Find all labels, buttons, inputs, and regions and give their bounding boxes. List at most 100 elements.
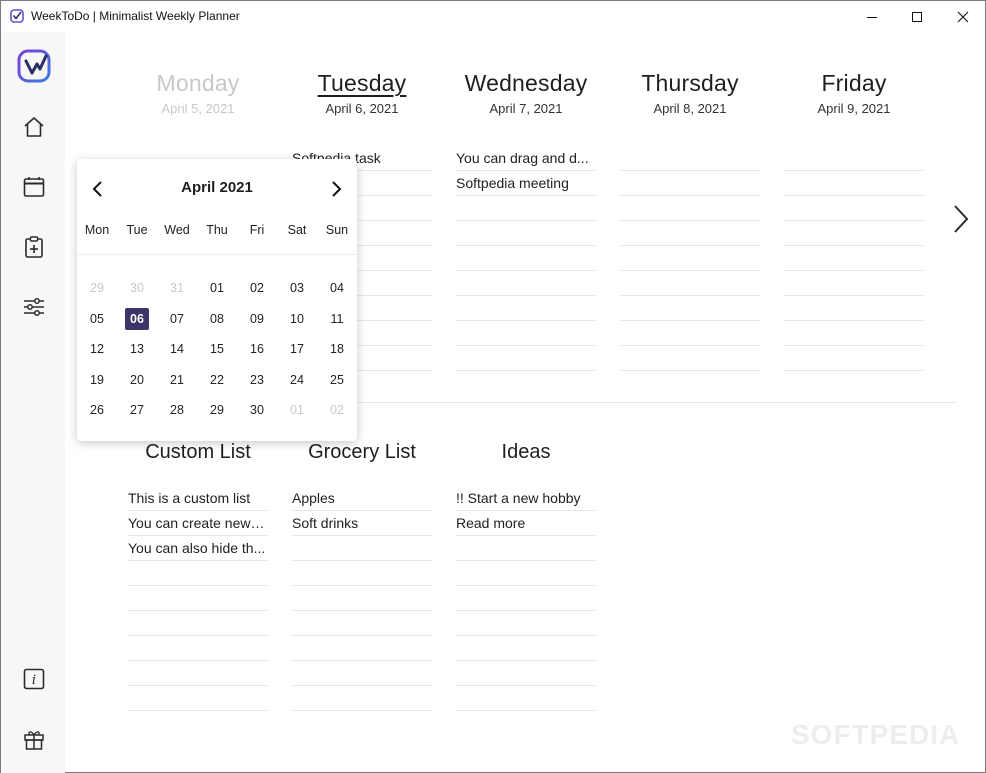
day-name[interactable]: Friday	[784, 67, 924, 99]
calendar-day[interactable]: 12	[85, 338, 109, 360]
list-title[interactable]: Custom List	[128, 437, 268, 467]
calendar-day[interactable]: 07	[165, 308, 189, 330]
list-item[interactable]	[128, 636, 268, 661]
task-row[interactable]	[620, 346, 760, 371]
calendar-day[interactable]: 31	[165, 277, 189, 299]
calendar-day[interactable]: 27	[125, 399, 149, 421]
gift-icon[interactable]	[21, 726, 47, 752]
add-task-icon[interactable]	[21, 234, 47, 260]
minimize-button[interactable]	[849, 1, 895, 32]
maximize-button[interactable]	[894, 1, 940, 32]
calendar-day[interactable]: 22	[205, 369, 229, 391]
calendar-day[interactable]: 29	[205, 399, 229, 421]
task-row[interactable]: You can drag and d...	[456, 146, 596, 171]
list-item[interactable]: You can also hide th...	[128, 536, 268, 561]
list-title[interactable]: Ideas	[456, 437, 596, 467]
calendar-day[interactable]: 19	[85, 369, 109, 391]
calendar-day[interactable]: 02	[245, 277, 269, 299]
calendar-day[interactable]: 06	[125, 307, 149, 330]
list-item[interactable]	[456, 536, 596, 561]
calendar-day[interactable]: 03	[285, 277, 309, 299]
weektodo-logo-icon[interactable]	[16, 48, 52, 84]
home-icon[interactable]	[21, 114, 47, 140]
task-row[interactable]	[456, 321, 596, 346]
list-item[interactable]	[292, 561, 432, 586]
task-row[interactable]: Softpedia meeting	[456, 171, 596, 196]
list-item[interactable]	[128, 686, 268, 711]
list-item[interactable]: You can create new ...	[128, 511, 268, 536]
list-item[interactable]: Read more	[456, 511, 596, 536]
task-row[interactable]	[456, 271, 596, 296]
task-row[interactable]	[784, 296, 924, 321]
task-row[interactable]	[784, 171, 924, 196]
calendar-day[interactable]: 21	[165, 369, 189, 391]
list-item[interactable]	[128, 586, 268, 611]
close-button[interactable]	[940, 1, 986, 32]
calendar-icon[interactable]	[21, 174, 47, 200]
chevron-right-icon[interactable]	[327, 179, 345, 199]
task-row[interactable]	[620, 171, 760, 196]
task-row[interactable]	[456, 296, 596, 321]
calendar-day[interactable]: 17	[285, 338, 309, 360]
calendar-day[interactable]: 25	[325, 369, 349, 391]
calendar-day[interactable]: 24	[285, 369, 309, 391]
task-row[interactable]	[620, 246, 760, 271]
list-item[interactable]: Soft drinks	[292, 511, 432, 536]
calendar-day[interactable]: 13	[125, 338, 149, 360]
list-item[interactable]	[456, 686, 596, 711]
day-name[interactable]: Thursday	[620, 67, 760, 99]
calendar-day[interactable]: 30	[125, 277, 149, 299]
chevron-right-icon[interactable]	[949, 203, 973, 235]
task-row[interactable]	[620, 296, 760, 321]
list-item[interactable]	[292, 686, 432, 711]
task-row[interactable]	[456, 221, 596, 246]
calendar-day[interactable]: 01	[285, 399, 309, 421]
list-item[interactable]	[292, 636, 432, 661]
list-item[interactable]	[456, 661, 596, 686]
calendar-day[interactable]: 04	[325, 277, 349, 299]
list-item[interactable]: Apples	[292, 486, 432, 511]
calendar-day[interactable]: 01	[205, 277, 229, 299]
list-item[interactable]	[128, 561, 268, 586]
task-row[interactable]	[784, 346, 924, 371]
list-item[interactable]	[292, 611, 432, 636]
calendar-day[interactable]: 29	[85, 277, 109, 299]
calendar-day[interactable]: 08	[205, 308, 229, 330]
calendar-day[interactable]: 10	[285, 308, 309, 330]
list-item[interactable]	[292, 586, 432, 611]
calendar-day[interactable]: 23	[245, 369, 269, 391]
list-item[interactable]: !! Start a new hobby	[456, 486, 596, 511]
calendar-day[interactable]: 20	[125, 369, 149, 391]
calendar-day[interactable]: 26	[85, 399, 109, 421]
calendar-day[interactable]: 16	[245, 338, 269, 360]
calendar-day[interactable]: 11	[325, 308, 349, 330]
calendar-day[interactable]: 28	[165, 399, 189, 421]
task-row[interactable]	[456, 196, 596, 221]
calendar-day[interactable]: 14	[165, 338, 189, 360]
list-item[interactable]	[292, 536, 432, 561]
list-item[interactable]	[456, 561, 596, 586]
task-row[interactable]	[784, 196, 924, 221]
task-row[interactable]	[620, 321, 760, 346]
task-row[interactable]	[784, 246, 924, 271]
day-name[interactable]: Tuesday	[292, 67, 432, 99]
task-row[interactable]	[456, 346, 596, 371]
list-item[interactable]	[292, 661, 432, 686]
calendar-day[interactable]: 09	[245, 308, 269, 330]
calendar-day[interactable]: 15	[205, 338, 229, 360]
task-row[interactable]	[784, 271, 924, 296]
list-item[interactable]	[128, 661, 268, 686]
task-row[interactable]	[784, 146, 924, 171]
task-row[interactable]	[456, 246, 596, 271]
list-title[interactable]: Grocery List	[292, 437, 432, 467]
info-icon[interactable]: i	[21, 666, 47, 692]
calendar-day[interactable]: 05	[85, 308, 109, 330]
day-name[interactable]: Monday	[128, 67, 268, 99]
settings-sliders-icon[interactable]	[21, 294, 47, 320]
calendar-day[interactable]: 18	[325, 338, 349, 360]
calendar-day[interactable]: 30	[245, 399, 269, 421]
list-item[interactable]: This is a custom list	[128, 486, 268, 511]
list-item[interactable]	[456, 586, 596, 611]
task-row[interactable]	[620, 146, 760, 171]
task-row[interactable]	[620, 271, 760, 296]
